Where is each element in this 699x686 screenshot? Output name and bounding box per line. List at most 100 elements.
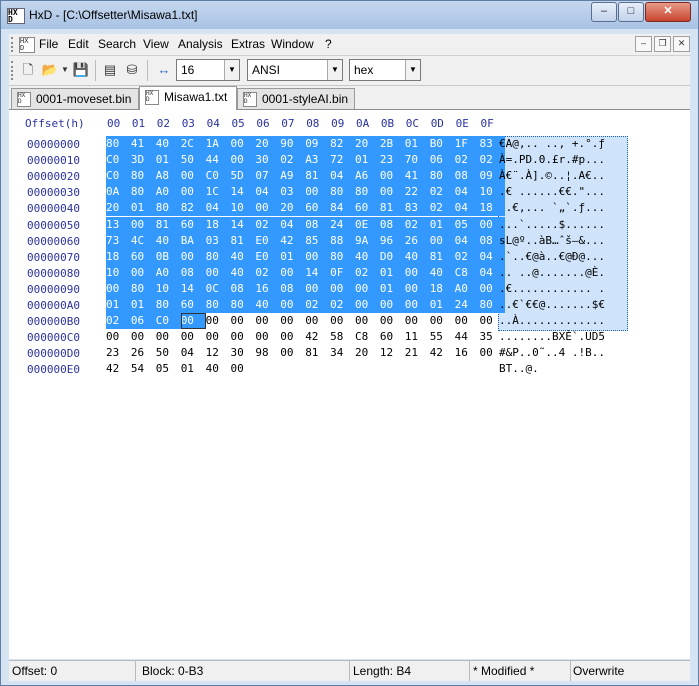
hex-byte[interactable]: 60 — [355, 200, 380, 217]
hex-byte[interactable]: 00 — [379, 184, 405, 201]
hex-byte[interactable]: 40 — [155, 232, 181, 249]
ascii-row[interactable]: .€‚... `„`.ƒ... — [499, 200, 605, 216]
menu-file[interactable]: File — [39, 37, 58, 51]
hex-byte[interactable]: 80 — [230, 297, 256, 313]
hex-byte[interactable]: 02 — [454, 248, 480, 265]
hex-byte[interactable]: 02 — [305, 297, 331, 313]
hex-byte[interactable]: 00 — [230, 136, 256, 152]
hex-byte[interactable]: 05 — [454, 216, 480, 233]
hex-byte[interactable]: 98 — [255, 345, 280, 361]
hex-byte[interactable]: 58 — [330, 329, 355, 345]
toolbar-grip-icon[interactable] — [11, 61, 17, 80]
hex-byte[interactable]: 00 — [404, 297, 430, 313]
hex-byte[interactable]: 0C — [205, 280, 231, 297]
hex-byte[interactable]: 81 — [305, 168, 331, 185]
hex-byte[interactable]: 14 — [230, 184, 256, 201]
hex-byte[interactable]: 24 — [454, 297, 480, 313]
hex-byte[interactable]: 01 — [379, 280, 405, 297]
hex-byte[interactable]: C0 — [205, 168, 231, 185]
hex-byte[interactable]: 88 — [330, 232, 356, 249]
hex-byte[interactable]: 00 — [255, 200, 281, 217]
hex-byte[interactable]: 02 — [404, 216, 430, 233]
status-mode-pane[interactable]: Overwrite — [571, 661, 689, 681]
hex-byte[interactable]: 80 — [330, 248, 356, 265]
mdi-minimize-button[interactable]: – — [635, 36, 652, 52]
hex-byte[interactable]: 80 — [155, 200, 181, 217]
hex-byte[interactable]: 02 — [330, 297, 356, 313]
hex-byte[interactable]: 02 — [454, 152, 480, 169]
hex-byte[interactable]: 80 — [130, 168, 156, 185]
hex-byte[interactable]: 02 — [106, 313, 131, 330]
hex-byte[interactable]: C0 — [106, 152, 131, 169]
hex-byte[interactable]: 08 — [180, 264, 206, 281]
hex-byte[interactable]: 81 — [379, 200, 405, 217]
hex-byte[interactable]: 00 — [180, 248, 206, 265]
hex-byte[interactable]: 04 — [454, 232, 480, 249]
hex-byte[interactable]: 40 — [230, 264, 256, 281]
hex-byte[interactable]: 00 — [180, 184, 206, 201]
hex-byte[interactable]: 12 — [206, 345, 231, 361]
hex-byte[interactable]: 00 — [180, 168, 206, 185]
hex-byte[interactable]: 80 — [155, 297, 181, 313]
ascii-row[interactable]: ........BXÈ`.UD5 — [499, 329, 605, 345]
hex-byte[interactable]: 2C — [180, 136, 206, 152]
hex-byte[interactable]: 03 — [205, 232, 231, 249]
hex-byte[interactable]: 00 — [379, 297, 405, 313]
hex-byte[interactable]: 2B — [379, 136, 405, 152]
hex-byte[interactable]: 00 — [280, 329, 305, 345]
hex-byte[interactable]: 5D — [230, 168, 256, 185]
ascii-row[interactable]: BT..@. — [499, 361, 539, 377]
hex-byte[interactable]: 41 — [130, 136, 156, 152]
maximize-button[interactable]: □ — [618, 2, 644, 22]
ascii-row[interactable]: sL@º..àB…ˆš–&... — [499, 233, 605, 249]
chevron-down-icon[interactable]: ▼ — [224, 60, 239, 80]
hex-byte[interactable]: 00 — [305, 248, 331, 265]
hex-byte[interactable]: 00 — [404, 280, 430, 297]
hex-byte[interactable]: 42 — [430, 345, 455, 361]
hex-byte[interactable]: 00 — [180, 313, 206, 330]
hex-byte[interactable]: 44 — [455, 329, 480, 345]
hex-byte[interactable]: 24 — [330, 216, 356, 233]
hex-byte[interactable]: 50 — [156, 345, 181, 361]
hex-byte[interactable]: A9 — [280, 168, 306, 185]
chevron-down-icon[interactable]: ▼ — [327, 60, 342, 80]
hex-byte[interactable]: BA — [180, 232, 206, 249]
hex-byte[interactable]: 00 — [106, 329, 131, 345]
hex-byte[interactable]: 00 — [429, 232, 455, 249]
hex-byte[interactable]: 00 — [130, 264, 156, 281]
hex-byte[interactable]: 00 — [355, 280, 380, 297]
hex-byte[interactable]: 1A — [205, 136, 231, 152]
hex-byte[interactable]: 02 — [255, 264, 281, 281]
hex-byte[interactable]: 40 — [355, 248, 380, 265]
hex-byte[interactable]: 18 — [205, 216, 231, 233]
hex-byte[interactable]: 03 — [280, 184, 306, 201]
hex-byte[interactable]: 00 — [231, 329, 256, 345]
hex-byte[interactable]: 02 — [280, 152, 306, 169]
hex-byte[interactable]: 82 — [180, 200, 206, 217]
hex-byte[interactable]: 20 — [355, 136, 380, 152]
ascii-row[interactable]: €A@,.. ..‚ +.°.ƒ — [499, 136, 605, 152]
hex-byte[interactable]: 00 — [255, 313, 280, 329]
hex-byte[interactable]: 01 — [429, 216, 455, 233]
hex-byte[interactable]: 0E — [355, 216, 380, 233]
hex-byte[interactable]: 00 — [181, 329, 206, 345]
hex-byte[interactable]: 23 — [379, 152, 405, 169]
hex-byte[interactable]: 90 — [280, 136, 306, 152]
hex-byte[interactable]: 00 — [405, 313, 430, 329]
hex-byte[interactable]: 00 — [355, 313, 380, 329]
hex-byte[interactable]: 80 — [355, 184, 380, 201]
hex-byte[interactable]: 1C — [205, 184, 231, 201]
hex-byte[interactable]: 00 — [330, 280, 356, 297]
hex-byte[interactable]: 06 — [130, 313, 156, 330]
hex-byte[interactable]: 02 — [255, 216, 281, 233]
hex-byte[interactable]: 40 — [155, 136, 181, 152]
hex-byte[interactable]: 10 — [155, 280, 181, 297]
hex-byte[interactable]: 81 — [305, 345, 330, 361]
hex-byte[interactable]: 11 — [405, 329, 430, 345]
hex-byte[interactable]: 13 — [106, 216, 131, 233]
open-folder-icon[interactable]: 📂 — [41, 61, 59, 79]
menu-extras[interactable]: Extras — [231, 37, 265, 51]
hex-byte[interactable]: 01 — [429, 297, 455, 313]
hex-byte[interactable]: A0 — [155, 184, 181, 201]
hex-byte[interactable]: 16 — [455, 345, 480, 361]
